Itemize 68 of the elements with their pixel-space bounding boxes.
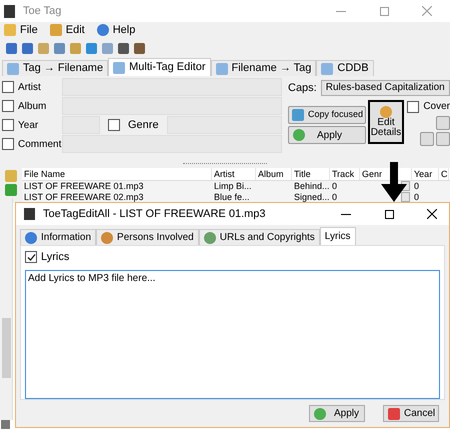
dialog-title: ToeTagEditAll - LIST OF FREEWARE 01.mp3 [43,206,266,222]
column-header[interactable]: Title [292,168,330,180]
tab[interactable]: Information [20,229,96,245]
table-cell-text: 0 [413,181,420,192]
app-icon [24,208,35,220]
column-header[interactable]: Track [330,168,360,180]
field-label: Artist [18,80,41,94]
maximize-icon[interactable] [385,210,394,218]
menu-item[interactable]: File [20,22,38,38]
toolbar-icon[interactable] [54,42,65,54]
column-header[interactable]: File Name [22,168,212,180]
table-cell-text: 0 [413,192,420,203]
field-label: Album [18,100,46,114]
close-icon[interactable] [427,209,437,219]
lyrics-field[interactable]: Add Lyrics to MP3 file here... [25,270,440,399]
toolbar-icon[interactable] [6,42,17,54]
column-header[interactable]: Artist [212,168,256,180]
copy-focused-button[interactable]: Copy focused [288,106,366,124]
checkbox[interactable] [2,119,14,131]
apply-button[interactable]: Apply [288,126,366,144]
tab[interactable]: Filename → Tag [210,60,316,76]
checkbox-label: Lyrics [41,250,70,265]
field-label: Comment [18,138,62,152]
menu-item[interactable]: Edit [66,22,85,38]
checkbox[interactable] [407,100,420,112]
column-header[interactable]: Year [412,168,439,180]
checkbox[interactable] [2,100,14,112]
caps-label: Caps: [288,80,317,96]
cover-label: Cover [423,100,450,114]
splitter-handle[interactable] [183,162,267,166]
image-button-icon[interactable] [436,132,450,146]
table-cell-text: 0 [331,181,338,192]
table-cell-text: Blue fe... [213,192,251,203]
column-header[interactable]: C [439,168,449,180]
tab[interactable]: Multi-Tag Editor [108,58,211,76]
tab[interactable]: CDDB [316,60,374,76]
checkbox[interactable] [108,119,120,131]
table-cell-text: Signed... [293,192,330,203]
checkbox[interactable] [25,251,37,264]
tab[interactable]: Lyrics [320,227,356,245]
column-header[interactable]: Album [256,168,292,180]
window-title: Toe Tag [23,4,62,19]
toolbar-icon[interactable] [134,42,145,54]
toolbar-icon[interactable] [118,42,129,54]
app-icon [4,4,15,18]
toolbar-icon[interactable] [86,42,97,54]
field-label: Genre [128,118,159,133]
table-cell-text: LIST OF FREEWARE 02.mp3 [23,192,145,203]
checkbox[interactable] [2,138,14,150]
tab[interactable]: Persons Involved [96,229,199,245]
scrollbar[interactable] [2,318,11,378]
tab[interactable]: Tag → Filename [2,60,108,76]
edit-details-button[interactable]: Edit Details [368,100,404,144]
checkbox[interactable] [2,81,14,93]
table-cell-text: Behind... [293,181,330,192]
table-cell-text: LIST OF FREEWARE 01.mp3 [23,181,145,192]
menu-item[interactable]: Help [112,22,136,38]
caps-dropdown[interactable]: Rules-based Capitalization [320,80,450,96]
tab[interactable]: URLs and Copyrights [198,229,320,245]
apply-button[interactable]: Apply [309,405,365,422]
cancel-button[interactable]: Cancel [383,405,439,422]
table-cell-text: Limp Bi... [213,181,253,192]
toolbar-icon[interactable] [22,42,33,54]
field-label: Year [18,118,38,132]
down-arrow [381,162,407,202]
image-button-icon[interactable] [436,116,450,130]
image-button-icon[interactable] [420,132,434,146]
table-cell-text: 0 [331,192,338,203]
